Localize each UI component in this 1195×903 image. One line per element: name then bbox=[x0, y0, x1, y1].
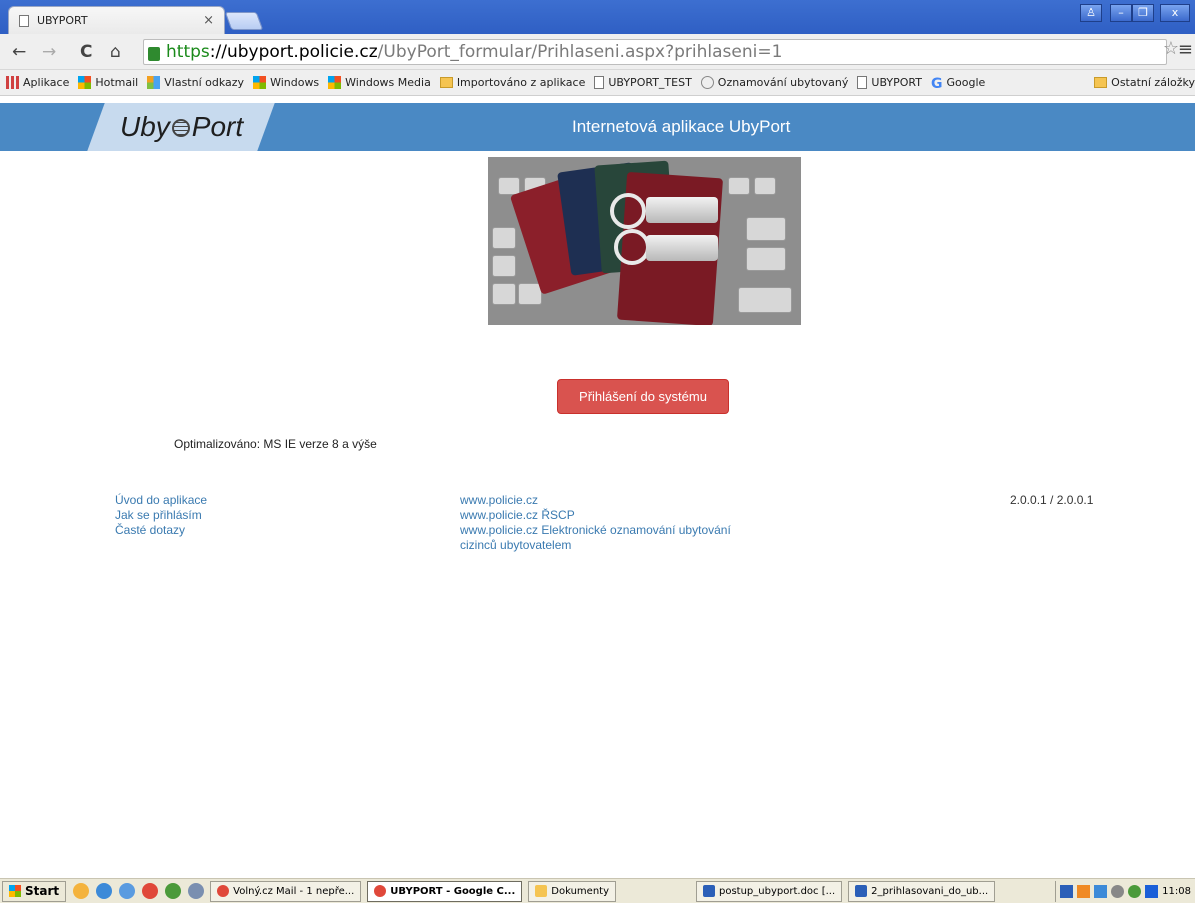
windows-icon bbox=[147, 76, 161, 89]
apps-icon bbox=[6, 76, 19, 89]
taskbar: Start Volný.cz Mail - 1 nepře... UBYPORT… bbox=[0, 878, 1195, 903]
clock: 11:08 bbox=[1162, 885, 1191, 897]
quicklaunch-icon[interactable] bbox=[119, 883, 136, 899]
quicklaunch-icon[interactable] bbox=[188, 883, 205, 899]
tray-icon[interactable] bbox=[1111, 884, 1125, 898]
tray-icon[interactable] bbox=[1094, 884, 1108, 898]
tray-icon[interactable] bbox=[1077, 884, 1091, 898]
folder-icon bbox=[439, 77, 453, 88]
globe-icon bbox=[700, 76, 714, 89]
link-jak-se-prihlasim[interactable]: Jak se přihlásím bbox=[115, 508, 207, 523]
link-policie-rscp[interactable]: www.policie.cz ŘSCP bbox=[460, 508, 760, 523]
footer-help-links: Úvod do aplikace Jak se přihlásím Časté … bbox=[115, 493, 207, 538]
chrome-icon bbox=[217, 885, 230, 897]
windows-icon bbox=[78, 76, 92, 89]
link-policie-oznamovani[interactable]: www.policie.cz Elektronické oznamování u… bbox=[460, 523, 760, 553]
bookmark-ubyport-test[interactable]: UBYPORT_TEST bbox=[594, 76, 692, 89]
taskbar-item-volny-mail[interactable]: Volný.cz Mail - 1 nepře... bbox=[210, 880, 362, 902]
home-icon[interactable]: ⌂ bbox=[110, 42, 121, 62]
chrome-icon[interactable] bbox=[142, 883, 159, 899]
bookmark-windows[interactable]: Windows bbox=[253, 76, 319, 89]
bookmark-google[interactable]: G Google bbox=[930, 76, 985, 92]
optimization-note: Optimalizováno: MS IE verze 8 a výše bbox=[174, 437, 377, 451]
bookmark-aplikace[interactable]: Aplikace bbox=[6, 76, 69, 89]
minimize-icon[interactable]: – bbox=[1110, 4, 1132, 22]
bookmark-hotmail[interactable]: Hotmail bbox=[78, 76, 138, 89]
browser-tab[interactable]: UBYPORT × bbox=[8, 6, 225, 34]
globe-icon bbox=[171, 119, 190, 137]
chrome-icon bbox=[374, 885, 387, 897]
bookmark-ostatni[interactable]: Ostatní záložky bbox=[1094, 76, 1195, 89]
windows-icon bbox=[328, 76, 342, 89]
folder-icon bbox=[1094, 77, 1108, 88]
link-uvod[interactable]: Úvod do aplikace bbox=[115, 493, 207, 508]
quicklaunch-icon[interactable] bbox=[165, 883, 182, 899]
site-title: Internetová aplikace UbyPort bbox=[572, 117, 791, 136]
url-path: /UbyPort_formular/Prihlaseni.aspx?prihla… bbox=[377, 42, 783, 62]
bookmark-star-icon[interactable]: ☆ bbox=[1163, 38, 1179, 59]
windows-logo-icon bbox=[9, 885, 21, 897]
url-scheme: https bbox=[166, 42, 210, 62]
close-window-icon[interactable]: x bbox=[1160, 4, 1190, 22]
google-icon: G bbox=[930, 76, 943, 92]
word-icon bbox=[703, 885, 715, 897]
bookmarks-bar: Aplikace Hotmail Vlastní odkazy Windows … bbox=[0, 70, 1195, 96]
tray-icon[interactable] bbox=[1145, 884, 1159, 898]
quicklaunch-icon[interactable] bbox=[73, 883, 90, 899]
reload-icon[interactable]: C bbox=[80, 42, 92, 62]
tab-title: UBYPORT bbox=[37, 14, 88, 27]
word-icon bbox=[855, 885, 868, 897]
new-tab-button[interactable] bbox=[224, 12, 264, 30]
ubyport-logo[interactable]: Uby Port bbox=[120, 111, 243, 143]
taskbar-item-ubyport[interactable]: UBYPORT - Google C... bbox=[367, 880, 523, 902]
version-label: 2.0.0.1 / 2.0.0.1 bbox=[1010, 493, 1094, 507]
taskbar-item-prihlasovani[interactable]: 2_prihlasovani_do_ub... bbox=[848, 880, 996, 902]
page-icon bbox=[19, 14, 29, 27]
bookmark-ubyport[interactable]: UBYPORT bbox=[857, 76, 922, 89]
restore-icon[interactable]: ❐ bbox=[1132, 4, 1154, 22]
url-input[interactable]: https://ubyport.policie.cz/UbyPort_formu… bbox=[143, 39, 1167, 65]
forward-icon[interactable]: → bbox=[42, 42, 56, 62]
link-policie[interactable]: www.policie.cz bbox=[460, 493, 760, 508]
start-button[interactable]: Start bbox=[2, 880, 67, 902]
back-icon[interactable]: ← bbox=[12, 42, 26, 62]
address-toolbar: ← → C ⌂ https://ubyport.policie.cz/UbyPo… bbox=[0, 34, 1195, 70]
footer-external-links: www.policie.cz www.policie.cz ŘSCP www.p… bbox=[460, 493, 760, 553]
windows-icon bbox=[253, 76, 267, 89]
page-icon bbox=[857, 76, 868, 89]
close-tab-icon[interactable]: × bbox=[203, 13, 214, 28]
taskbar-item-dokumenty[interactable]: Dokumenty bbox=[528, 880, 616, 902]
url-host: ://ubyport.policie.cz bbox=[209, 42, 378, 62]
link-caste-dotazy[interactable]: Časté dotazy bbox=[115, 523, 207, 538]
site-header: Uby Port Internetová aplikace UbyPort bbox=[0, 103, 1195, 151]
hero-image bbox=[488, 157, 801, 325]
bookmark-vlastni-odkazy[interactable]: Vlastní odkazy bbox=[147, 76, 244, 89]
lock-icon bbox=[148, 47, 160, 61]
tray-icon[interactable] bbox=[1060, 884, 1074, 898]
bookmark-importovano[interactable]: Importováno z aplikace bbox=[439, 76, 585, 89]
taskbar-item-postup[interactable]: postup_ubyport.doc [... bbox=[696, 880, 843, 902]
bookmark-windows-media[interactable]: Windows Media bbox=[328, 76, 431, 89]
system-tray: 11:08 bbox=[1055, 880, 1195, 902]
browser-tab-strip: UBYPORT × ♙ – ❐ x bbox=[0, 0, 1195, 34]
ie-icon[interactable] bbox=[96, 883, 113, 899]
user-icon[interactable]: ♙ bbox=[1080, 4, 1102, 22]
tray-icon[interactable] bbox=[1128, 884, 1142, 898]
login-button[interactable]: Přihlášení do systému bbox=[557, 379, 729, 414]
bookmark-oznamovani[interactable]: Oznamování ubytovaný bbox=[700, 76, 848, 89]
folder-icon bbox=[535, 885, 548, 897]
menu-icon[interactable]: ≡ bbox=[1178, 39, 1193, 60]
page-icon bbox=[594, 76, 605, 89]
